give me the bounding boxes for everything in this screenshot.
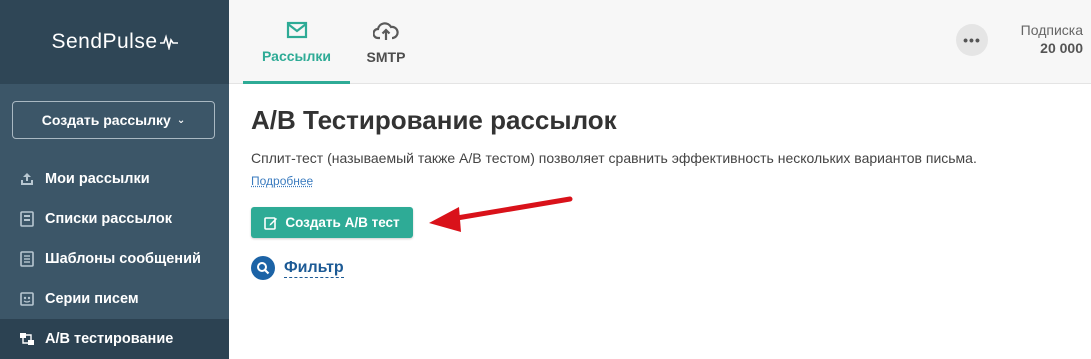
brand-logo[interactable]: SendPulse — [0, 0, 229, 84]
learn-more-link[interactable]: Подробнее — [251, 174, 313, 188]
sidebar-item-templates[interactable]: Шаблоны сообщений — [0, 239, 229, 279]
tab-smtp[interactable]: SMTP — [351, 0, 421, 84]
more-options-button[interactable]: ••• — [956, 24, 988, 56]
template-icon — [18, 250, 36, 268]
sidebar-item-label: A/B тестирование — [45, 331, 174, 347]
envelope-icon — [286, 18, 308, 42]
sidebar-item-label: Шаблоны сообщений — [45, 251, 201, 267]
page-description: Сплит-тест (называемый также A/B тестом)… — [251, 150, 977, 166]
subscription-label: Подписка — [1020, 22, 1083, 38]
ellipsis-icon: ••• — [963, 32, 981, 48]
search-icon — [251, 256, 275, 280]
sidebar-item-label: Списки рассылок — [45, 211, 172, 227]
sidebar: SendPulse Создать рассылку ⌄ Мои рассылк… — [0, 0, 229, 359]
sidebar-item-label: Серии писем — [45, 291, 139, 307]
create-ab-test-label: Создать A/B тест — [285, 215, 400, 230]
tab-campaigns[interactable]: Рассылки — [243, 0, 350, 84]
pulse-icon — [159, 34, 178, 50]
create-campaign-button[interactable]: Создать рассылку ⌄ — [12, 101, 215, 139]
filter-toggle[interactable]: Фильтр — [251, 256, 344, 280]
sidebar-item-ab-testing[interactable]: A/B тестирование — [0, 319, 229, 359]
sidebar-item-label: Мои рассылки — [45, 171, 150, 187]
annotation-arrow-icon — [429, 196, 573, 232]
create-campaign-label: Создать рассылку — [41, 112, 171, 128]
sidebar-item-mailing-lists[interactable]: Списки рассылок — [0, 199, 229, 239]
tab-label: SMTP — [366, 49, 406, 65]
sidebar-item-series[interactable]: Серии писем — [0, 279, 229, 319]
sidebar-nav: Мои рассылки Списки рассылок Шаблоны соо… — [0, 159, 229, 359]
ab-test-icon — [18, 330, 36, 348]
upload-tray-icon — [18, 170, 36, 188]
list-book-icon — [18, 210, 36, 228]
edit-icon — [264, 216, 278, 230]
sidebar-item-my-campaigns[interactable]: Мои рассылки — [0, 159, 229, 199]
create-ab-test-button[interactable]: Создать A/B тест — [251, 207, 413, 238]
top-bar: Рассылки SMTP ••• Подписка 20 000 — [229, 0, 1091, 84]
page-title: A/B Тестирование рассылок — [251, 105, 617, 135]
brand-name: SendPulse — [51, 30, 158, 53]
tab-label: Рассылки — [262, 47, 331, 64]
cloud-upload-icon — [373, 19, 399, 43]
subscription-value: 20 000 — [1040, 40, 1083, 56]
filter-label: Фильтр — [284, 258, 344, 278]
chevron-down-icon: ⌄ — [176, 114, 186, 126]
subscription-info[interactable]: Подписка 20 000 — [1021, 22, 1083, 56]
series-icon — [18, 290, 36, 308]
